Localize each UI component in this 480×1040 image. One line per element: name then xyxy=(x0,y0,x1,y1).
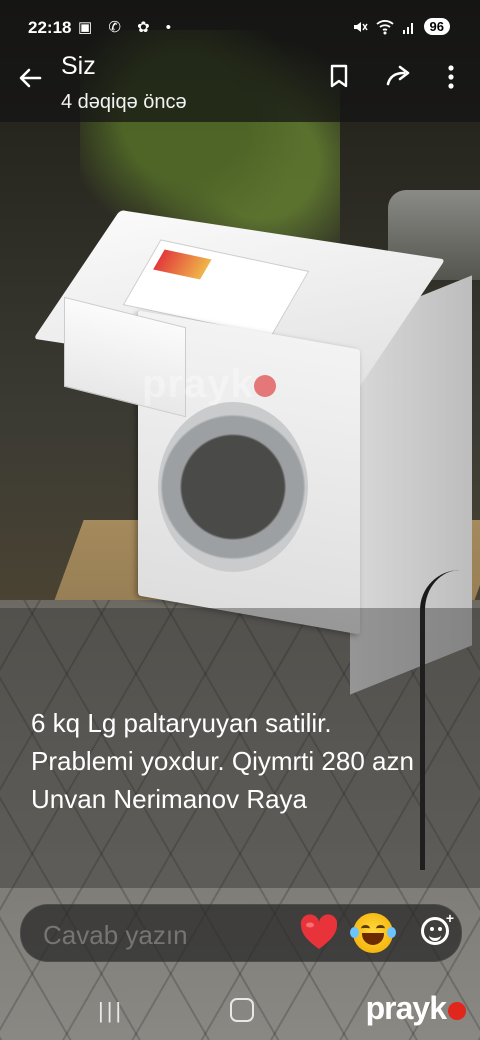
back-arrow-icon[interactable] xyxy=(16,64,44,92)
notification-icons: ▣ ✆ ✿ • xyxy=(78,19,178,36)
mute-icon xyxy=(353,21,368,32)
signal-icon xyxy=(402,22,413,34)
reply-input[interactable] xyxy=(41,919,285,952)
home-button[interactable] xyxy=(230,998,254,1022)
add-sticker-icon[interactable]: + xyxy=(421,910,454,945)
battery-badge: 96 xyxy=(423,18,450,35)
forward-share-icon[interactable] xyxy=(386,64,414,88)
brand-watermark: prayk xyxy=(366,990,466,1027)
more-vert-icon[interactable] xyxy=(446,64,456,90)
reply-bar: + xyxy=(20,904,462,962)
wifi-icon xyxy=(375,19,394,34)
bookmark-icon[interactable] xyxy=(329,64,349,88)
status-right: 96 xyxy=(352,18,450,35)
story-caption: 6 kq Lg paltaryuyan satilir. Prablemi yo… xyxy=(31,708,414,814)
nav-bar: ||| prayk xyxy=(0,980,480,1040)
status-time: 22:18 xyxy=(28,18,72,37)
status-bar: 22:18 ▣ ✆ ✿ • 96 xyxy=(0,0,480,56)
story-timestamp: 4 dəqiqə öncə xyxy=(61,91,187,113)
story-owner-name[interactable]: Siz xyxy=(61,52,96,81)
washing-machine-door xyxy=(158,402,308,572)
photo-watermark: prayk xyxy=(142,362,276,407)
recent-apps-button[interactable]: ||| xyxy=(98,998,124,1024)
heart-reaction-icon[interactable] xyxy=(299,913,339,953)
laughing-tears-reaction-icon[interactable] xyxy=(350,913,396,953)
